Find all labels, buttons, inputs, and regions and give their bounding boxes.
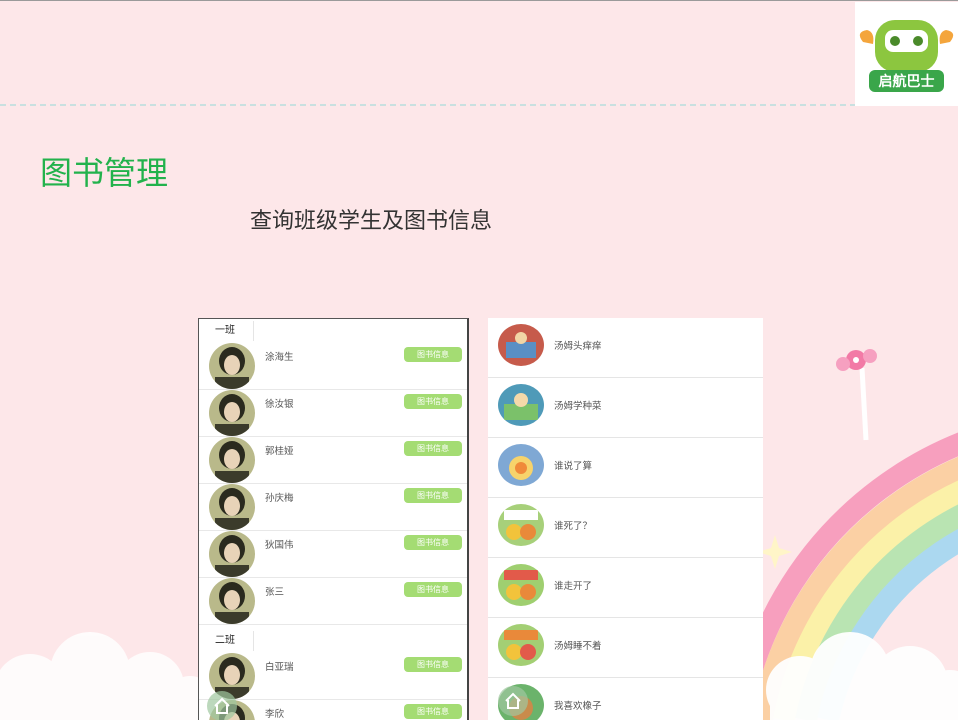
book-row[interactable]: 汤姆学种菜 [488, 378, 763, 438]
book-row[interactable]: 谁说了算 [488, 438, 763, 498]
class-header: 一班 [199, 319, 467, 343]
student-avatar [209, 531, 255, 577]
student-name: 涂海生 [265, 352, 294, 363]
book-cover-image [498, 504, 544, 546]
book-title: 我喜欢橡子 [554, 701, 602, 712]
book-title: 谁走开了 [554, 581, 593, 592]
student-name: 孙庆梅 [265, 493, 294, 504]
logo-text: 启航巴士 [878, 74, 935, 90]
home-icon[interactable] [498, 686, 528, 716]
book-row[interactable]: 谁走开了 [488, 558, 763, 618]
student-row[interactable]: 李欣 图书信息 [199, 700, 467, 720]
class-header: 二班 [199, 629, 467, 653]
student-row[interactable]: 张三 图书信息 [199, 578, 467, 625]
student-name: 张三 [265, 587, 285, 598]
student-avatar [209, 578, 255, 624]
book-info-button[interactable]: 图书信息 [404, 488, 462, 503]
student-name: 徐汝银 [265, 399, 294, 410]
student-row[interactable]: 涂海生 图书信息 [199, 343, 467, 390]
student-row[interactable]: 郭桂娅 图书信息 [199, 437, 467, 484]
book-info-button[interactable]: 图书信息 [404, 704, 462, 719]
book-info-button[interactable]: 图书信息 [404, 441, 462, 456]
book-cover-image [498, 564, 544, 606]
book-info-button[interactable]: 图书信息 [404, 582, 462, 597]
class-name: 二班 [215, 635, 235, 646]
top-border-line [0, 0, 958, 1]
book-info-button[interactable]: 图书信息 [404, 535, 462, 550]
pinwheel-decoration [836, 349, 877, 441]
class-name: 一班 [215, 325, 235, 336]
book-row[interactable]: 谁死了？ [488, 498, 763, 558]
home-icon[interactable] [207, 691, 237, 720]
book-title: 谁死了？ [554, 521, 593, 532]
book-row[interactable]: 汤姆睡不着 [488, 618, 763, 678]
header-divider-line [253, 321, 254, 341]
student-name: 李欣 [265, 709, 285, 720]
book-info-button[interactable]: 图书信息 [404, 394, 462, 409]
student-avatar [209, 343, 255, 389]
student-row[interactable]: 孙庆梅 图书信息 [199, 484, 467, 531]
header-divider [0, 104, 856, 106]
student-name: 郭桂娅 [265, 446, 294, 457]
student-avatar [209, 484, 255, 530]
page-subtitle: 查询班级学生及图书信息 [250, 209, 493, 234]
book-title: 汤姆学种菜 [554, 401, 602, 412]
book-cover-image [498, 444, 544, 486]
student-row[interactable]: 徐汝银 图书信息 [199, 390, 467, 437]
book-info-button[interactable]: 图书信息 [404, 657, 462, 672]
student-row[interactable]: 狄国伟 图书信息 [199, 531, 467, 578]
student-list-panel: 一班 涂海生 图书信息 徐汝银 图书信息 郭桂娅 图书信息 孙庆梅 图书信息 狄… [198, 318, 469, 720]
student-name: 狄国伟 [265, 540, 294, 551]
header-divider-line [253, 631, 254, 651]
book-row[interactable]: 汤姆头痒痒 [488, 318, 763, 378]
book-cover-image [498, 624, 544, 666]
app-logo: 启航巴士 [855, 2, 958, 106]
student-avatar [209, 390, 255, 436]
book-row[interactable]: 我喜欢橡子 [488, 678, 763, 720]
book-cover-image [498, 324, 544, 366]
book-cover-image [498, 384, 544, 426]
book-title: 汤姆睡不着 [554, 641, 602, 652]
student-name: 白亚瑞 [265, 662, 294, 673]
student-avatar [209, 437, 255, 483]
book-title: 谁说了算 [554, 461, 593, 472]
background-decoration [0, 349, 958, 720]
book-list-panel: 汤姆头痒痒 汤姆学种菜 谁说了算 谁死了？ 谁走开了 汤姆睡不着 我喜欢橡子 [488, 318, 763, 720]
book-info-button[interactable]: 图书信息 [404, 347, 462, 362]
student-row[interactable]: 白亚瑞 图书信息 [199, 653, 467, 700]
book-title: 汤姆头痒痒 [554, 341, 602, 352]
page-title: 图书管理 [40, 154, 169, 192]
